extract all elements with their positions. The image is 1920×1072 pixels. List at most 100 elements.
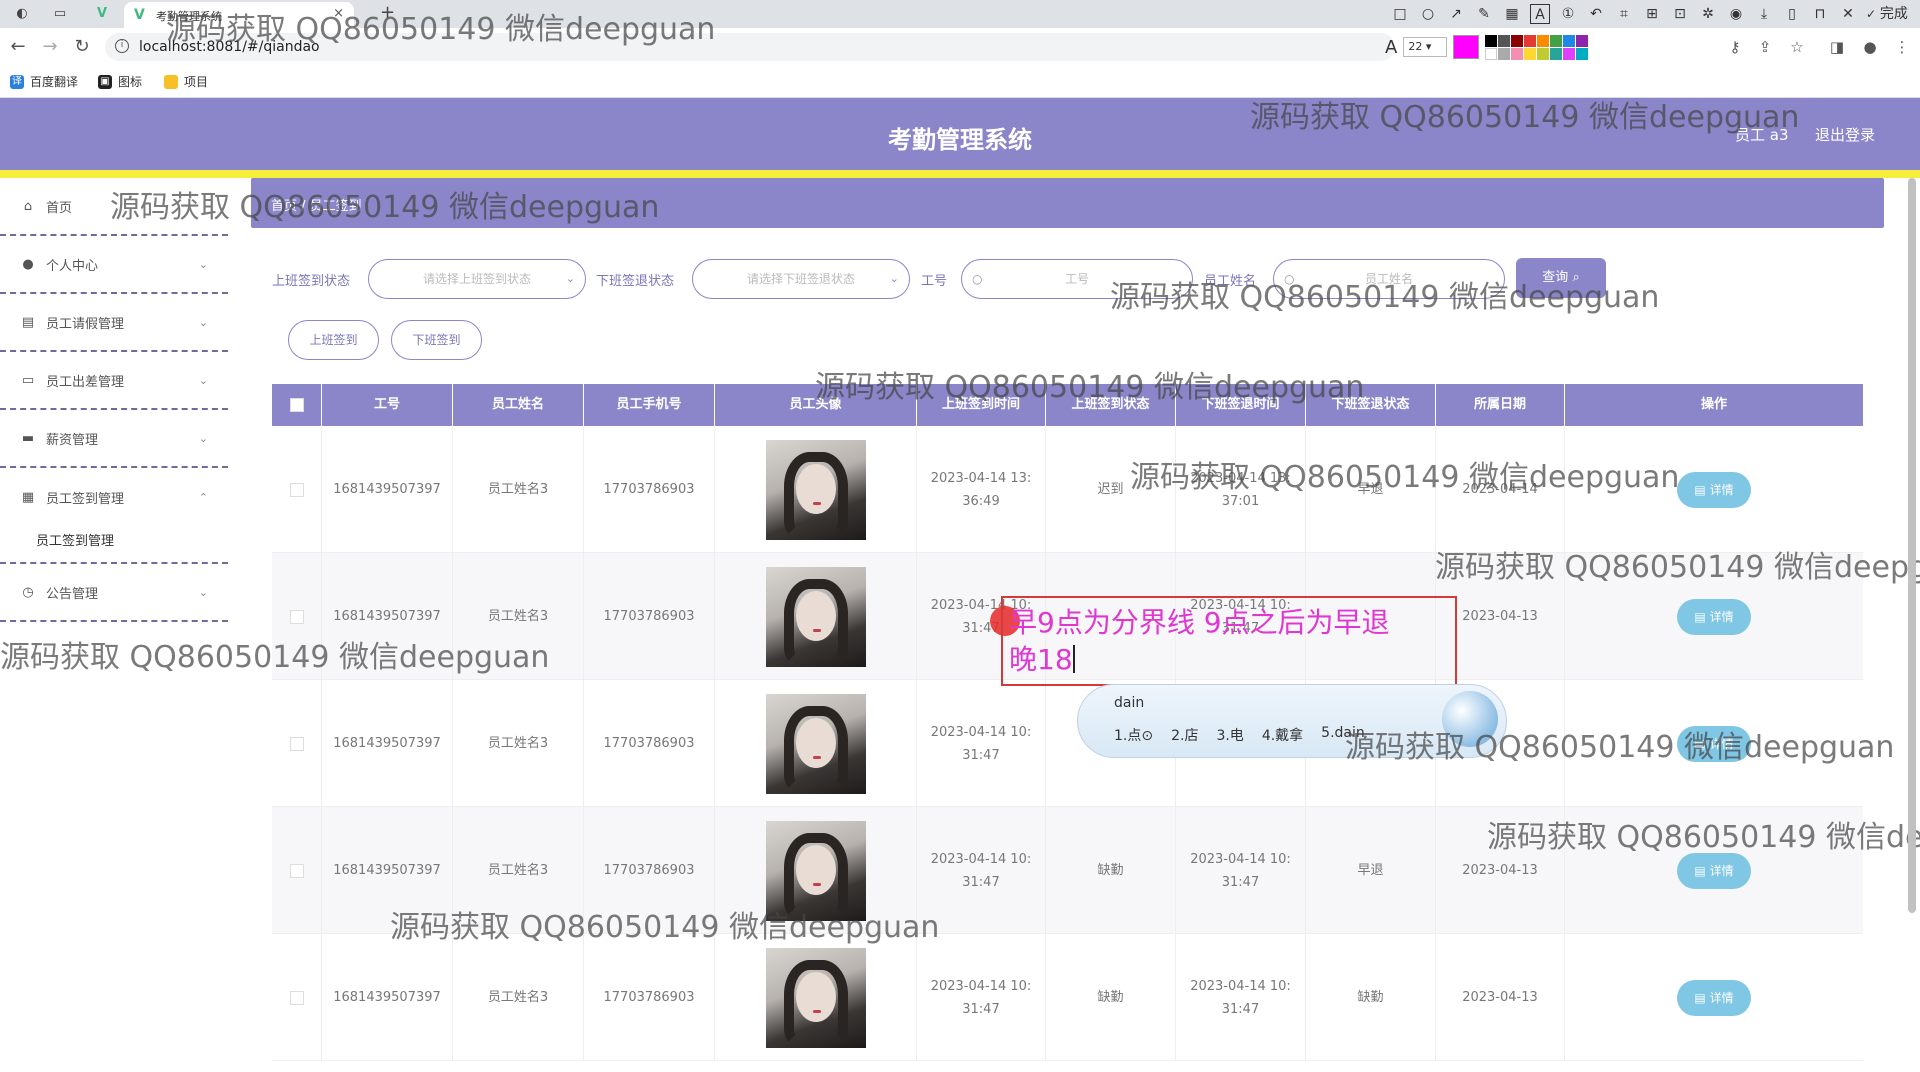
- crop-icon[interactable]: ⌗: [1614, 4, 1634, 24]
- avatar-face: [795, 971, 836, 1022]
- ime-candidate[interactable]: 1.点⊙: [1114, 725, 1153, 745]
- text-annotation-box[interactable]: 早9点为分界线 9点之后为早退 晚18: [1001, 596, 1457, 686]
- bookmark-item[interactable]: 译 百度翻译: [10, 73, 78, 90]
- checkin-time-cell: 2023-04-14 10: 31:47: [917, 934, 1046, 1061]
- star-icon[interactable]: ☆: [1787, 37, 1807, 57]
- clock-icon: ◷: [22, 584, 34, 600]
- detail-button[interactable]: ▤ 详情: [1677, 852, 1751, 889]
- watermark: 源码获取 QQ86050149 微信deepguan: [1435, 550, 1920, 585]
- phone-icon[interactable]: ▯: [1782, 4, 1802, 24]
- pen-tool-icon[interactable]: ✎: [1474, 4, 1494, 24]
- sidebar-item-salary[interactable]: ▬ 薪资管理 ⌄: [0, 410, 228, 468]
- employee-id-label: 工号: [921, 274, 948, 289]
- ellipse-tool-icon[interactable]: ○: [1418, 4, 1438, 24]
- cancel-icon[interactable]: ✕: [1838, 4, 1858, 24]
- ocr-icon[interactable]: ⊡: [1670, 4, 1690, 24]
- watermark: 源码获取 QQ86050149 微信deepguan: [1345, 730, 1895, 765]
- column-header[interactable]: 员工手机号: [584, 384, 715, 426]
- reload-icon[interactable]: ↻: [72, 37, 92, 57]
- checkin-button[interactable]: 上班签到: [288, 320, 379, 360]
- browser-tab-icon[interactable]: ▭: [52, 6, 68, 22]
- row-select-cell: [272, 680, 322, 807]
- employee-name-cell: 员工姓名3: [453, 426, 584, 553]
- user-icon: ●: [22, 256, 34, 272]
- rectangle-tool-icon[interactable]: □: [1390, 4, 1410, 24]
- vue-logo-icon: V: [134, 7, 145, 23]
- checkin-status-label: 上班签到状态: [272, 274, 351, 289]
- arrow-tool-icon[interactable]: ↗: [1446, 4, 1466, 24]
- page-scrollbar[interactable]: [1908, 178, 1916, 913]
- font-size-select[interactable]: 22 ▾: [1403, 37, 1448, 57]
- sidebar-item-label: 员工签到管理: [46, 491, 125, 507]
- select-all-checkbox[interactable]: [289, 397, 304, 412]
- back-icon[interactable]: ←: [8, 37, 28, 57]
- row-checkbox[interactable]: [289, 609, 304, 624]
- avatar-lips: [812, 1009, 821, 1013]
- vue-tab-icon[interactable]: V: [94, 6, 110, 22]
- current-color-swatch[interactable]: [1453, 35, 1480, 59]
- column-header: 操作: [1700, 397, 1727, 412]
- record-icon[interactable]: ◉: [1726, 4, 1746, 24]
- pin-icon[interactable]: ⊞: [1642, 4, 1662, 24]
- menu-icon[interactable]: ⋮: [1892, 37, 1912, 57]
- avatar-face: [795, 590, 836, 641]
- sidebar-subitem-attendance[interactable]: 员工签到管理: [36, 530, 114, 549]
- undo-icon[interactable]: ↶: [1586, 4, 1606, 24]
- row-checkbox[interactable]: [289, 863, 304, 878]
- document-icon: ▤: [1694, 863, 1706, 878]
- forward-icon[interactable]: →: [40, 37, 60, 57]
- avatar-face: [795, 844, 836, 895]
- translate-icon[interactable]: ✲: [1698, 4, 1718, 24]
- browser-tab-icon[interactable]: ◐: [14, 6, 30, 22]
- detail-button[interactable]: ▤ 详情: [1677, 471, 1751, 508]
- column-header[interactable]: 工号: [322, 384, 453, 426]
- row-checkbox[interactable]: [289, 990, 304, 1005]
- key-icon[interactable]: ⚷: [1725, 37, 1745, 57]
- select-all-cell: [272, 384, 322, 426]
- column-header[interactable]: 所属日期: [1436, 384, 1565, 426]
- sidebar-item-notice[interactable]: ◷ 公告管理 ⌄: [0, 564, 228, 622]
- text-caret: [1072, 645, 1075, 673]
- checkout-button[interactable]: 下班签到: [391, 320, 482, 360]
- logout-link[interactable]: 退出登录: [1815, 124, 1875, 145]
- sidebar-item-profile[interactable]: ● 个人中心 ⌄: [0, 236, 228, 294]
- sidebar-item-leave[interactable]: ▤ 员工请假管理 ⌄: [0, 294, 228, 352]
- avatar-lips: [812, 882, 821, 886]
- ime-candidate[interactable]: 2.店: [1171, 725, 1198, 745]
- checkout-status-select[interactable]: 请选择下班签退状态 ⌄: [692, 259, 910, 299]
- ime-candidate[interactable]: 3.电: [1216, 725, 1243, 745]
- ime-candidate[interactable]: 4.戴拿: [1262, 725, 1303, 745]
- bookmark-item[interactable]: 项目: [164, 73, 208, 90]
- checkout-time-cell: 2023-04-14 10: 31:47: [1176, 807, 1306, 934]
- bookmark-icon[interactable]: ⊓: [1810, 4, 1830, 24]
- share-icon[interactable]: ⇪: [1755, 37, 1775, 57]
- font-icon[interactable]: A: [1385, 37, 1397, 58]
- info-icon[interactable]: i: [115, 39, 129, 53]
- sidebar-item-attendance[interactable]: ▦ 员工签到管理 ⌃: [0, 468, 228, 526]
- watermark: 源码获取 QQ86050149 微信deepguan: [1110, 280, 1660, 315]
- row-select-cell: [272, 807, 322, 934]
- text-tool-icon[interactable]: A: [1530, 4, 1550, 24]
- sidebar-item-trip[interactable]: ▭ 员工出差管理 ⌄: [0, 352, 228, 410]
- row-select-cell: [272, 934, 322, 1061]
- column-header[interactable]: 员工姓名: [453, 384, 584, 426]
- translate-icon: 译: [10, 74, 24, 89]
- detail-button[interactable]: ▤ 详情: [1677, 598, 1751, 635]
- avatar: [765, 947, 866, 1048]
- bookmark-item[interactable]: ▣ 图标: [98, 73, 142, 90]
- download-icon[interactable]: ⤓: [1754, 4, 1774, 24]
- checkin-status-select[interactable]: 请选择上班签到状态 ⌄: [368, 259, 586, 299]
- row-checkbox[interactable]: [289, 736, 304, 751]
- avatar: [765, 439, 866, 540]
- detail-button[interactable]: ▤ 详情: [1677, 979, 1751, 1016]
- number-tool-icon[interactable]: ①: [1558, 4, 1578, 24]
- mosaic-tool-icon[interactable]: ▦: [1502, 4, 1522, 24]
- row-checkbox[interactable]: [289, 482, 304, 497]
- done-button[interactable]: ✓ 完成: [1866, 4, 1908, 24]
- watermark: 源码获取 QQ86050149 微信deepguan: [1130, 460, 1680, 495]
- sidepanel-icon[interactable]: ◨: [1827, 37, 1847, 57]
- bookmark-label: 项目: [184, 75, 209, 89]
- actions-cell: ▤ 详情: [1565, 934, 1863, 1061]
- color-palette[interactable]: [1485, 34, 1589, 60]
- profile-icon[interactable]: ●: [1860, 37, 1880, 57]
